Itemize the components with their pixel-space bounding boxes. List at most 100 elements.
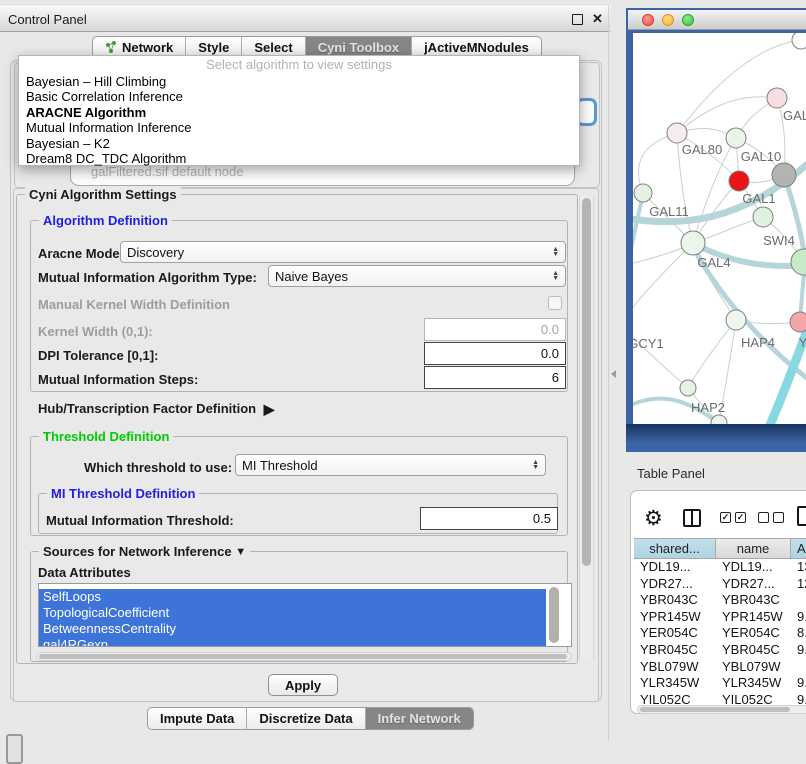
network-node-HAP2[interactable] (680, 380, 696, 396)
control-panel-titlebar: Control Panel ✕ (0, 6, 610, 32)
gear-icon[interactable]: ⚙ (644, 506, 663, 531)
network-node-node-gray[interactable] (772, 163, 796, 187)
table-row[interactable]: YDR27...YDR27...12 (634, 576, 806, 593)
table-cell: 9. (791, 609, 806, 626)
data-attributes-list[interactable]: SelfLoopsTopologicalCoefficientBetweenne… (38, 583, 572, 647)
network-icon (105, 41, 118, 54)
close-traffic-icon[interactable] (642, 14, 654, 26)
splitter-handle-icon[interactable] (611, 370, 616, 378)
aracne-mode-combo[interactable]: Discovery ▲▼ (120, 241, 566, 263)
network-window-titlebar[interactable] (628, 10, 806, 30)
stepper-icon: ▲▼ (552, 271, 559, 281)
network-node-node-salmon[interactable] (790, 312, 806, 332)
tab-discretize-data[interactable]: Discretize Data (246, 708, 364, 729)
network-node-node-gal-pink[interactable] (767, 88, 787, 108)
table-cell: 9. (791, 675, 806, 692)
table-cell: 9. (791, 692, 806, 704)
tab-infer-network[interactable]: Infer Network (365, 708, 473, 729)
bottom-tab-bar: Impute Data Discretize Data Infer Networ… (147, 707, 474, 730)
table-row[interactable]: YBL079WYBL079W (634, 659, 806, 676)
algorithm-option[interactable]: Dream8 DC_TDC Algorithm (19, 151, 579, 166)
sources-title[interactable]: Sources for Network Inference ▼ (39, 544, 250, 559)
table-row[interactable]: YPR145WYPR145W9. (634, 609, 806, 626)
table-row[interactable]: YER054CYER054C8. (634, 625, 806, 642)
source-attribute-item[interactable]: gal4RGexp (39, 637, 546, 647)
source-attribute-item[interactable]: TopologicalCoefficient (39, 605, 546, 621)
columns-icon[interactable] (683, 509, 701, 527)
algorithm-option[interactable]: Mutual Information Inference (19, 120, 579, 135)
which-threshold-combo[interactable]: MI Threshold ▲▼ (235, 454, 546, 476)
export-table-icon[interactable] (797, 506, 806, 526)
network-node-GAL11[interactable] (634, 184, 652, 202)
network-edge[interactable] (633, 325, 688, 388)
table-panel-title: Table Panel (637, 466, 705, 481)
settings-vscrollbar[interactable] (579, 196, 594, 660)
dock-panel-icon[interactable] (6, 734, 23, 764)
manual-kernel-checkbox[interactable] (548, 296, 562, 310)
deselect-all-checkbox-icon[interactable] (758, 512, 769, 523)
network-node-label: GAL11 (649, 204, 689, 219)
dpi-tolerance-field[interactable]: 0.0 (424, 342, 566, 365)
stepper-icon: ▲▼ (552, 247, 559, 257)
network-node-SWI4[interactable] (791, 249, 806, 275)
network-view-window[interactable]: GALGAL80GAL10GAL1GAL11SWI4GAL4GCY1HAP4YH… (626, 8, 806, 452)
algorithm-option[interactable]: Bayesian – K2 (19, 136, 579, 151)
algorithm-definition-title: Algorithm Definition (39, 213, 172, 228)
table-cell: YBR043C (634, 592, 716, 609)
column-header-name[interactable]: name (716, 539, 791, 558)
network-edge-highlighted[interactable] (633, 195, 643, 323)
network-canvas[interactable]: GALGAL80GAL10GAL1GAL11SWI4GAL4GCY1HAP4YH… (633, 33, 806, 424)
table-row[interactable]: YBR043CYBR043C (634, 592, 806, 609)
source-attribute-item[interactable]: BetweennessCentrality (39, 621, 546, 637)
table-row[interactable]: YDL19...YDL19...13 (634, 559, 806, 576)
tab-impute-data[interactable]: Impute Data (148, 708, 246, 729)
mi-steps-field[interactable]: 6 (424, 366, 566, 389)
mi-type-label: Mutual Information Algorithm Type: (38, 270, 257, 285)
network-node-GAL80[interactable] (667, 123, 687, 143)
close-icon[interactable]: ✕ (592, 11, 603, 27)
source-attribute-item[interactable]: SelfLoops (39, 589, 546, 605)
minimize-traffic-icon[interactable] (662, 14, 674, 26)
table-hscrollbar[interactable] (637, 705, 806, 714)
column-header-clipped[interactable]: A (791, 539, 806, 558)
algorithm-option[interactable]: Bayesian – Hill Climbing (19, 74, 579, 89)
float-icon[interactable] (572, 14, 583, 25)
table-cell: YPR145W (634, 609, 716, 626)
table-row[interactable]: YLR345WYLR345W9. (634, 675, 806, 692)
table-row[interactable]: YIL052CYIL052C9. (634, 692, 806, 704)
cyni-settings-title: Cyni Algorithm Settings (25, 187, 181, 202)
algorithm-option[interactable]: Basic Correlation Inference (19, 89, 579, 104)
network-node-GAL10[interactable] (726, 128, 746, 148)
mi-type-combo[interactable]: Naive Bayes ▲▼ (268, 265, 566, 287)
table-cell: 8. (791, 625, 806, 642)
network-node-label: HAP2 (691, 400, 725, 415)
table-hscrollbar-thumb[interactable] (640, 707, 790, 712)
settings-hscrollbar[interactable] (36, 652, 572, 661)
network-node-label: GAL1 (742, 191, 775, 206)
settings-vscrollbar-thumb[interactable] (582, 198, 591, 566)
network-node-GAL4[interactable] (681, 231, 705, 255)
algorithm-option[interactable]: ARACNE Algorithm (19, 105, 579, 120)
deselect-all-checkbox-icon2[interactable] (773, 512, 784, 523)
network-node-label: GAL80 (682, 142, 722, 157)
network-node-HAP4[interactable] (726, 310, 746, 330)
list-scrollbar[interactable] (549, 587, 559, 643)
zoom-traffic-icon[interactable] (682, 14, 694, 26)
column-header-shared-name[interactable]: shared... (634, 539, 716, 558)
network-node-label: GAL4 (697, 255, 730, 270)
select-all-checkbox-icon2[interactable]: ✓ (735, 512, 746, 523)
table-body: YDL19...YDL19...13YDR27...YDR27...12YBR0… (634, 559, 806, 704)
select-all-checkbox-icon[interactable]: ✓ (720, 512, 731, 523)
apply-button[interactable]: Apply (268, 674, 338, 696)
hub-definition-toggle[interactable]: Hub/Transcription Factor Definition ▶ (38, 400, 271, 417)
settings-hscrollbar-thumb[interactable] (39, 654, 567, 659)
network-node-GAL1[interactable] (753, 207, 773, 227)
network-node-node-top-right[interactable] (792, 33, 806, 49)
kernel-width-field[interactable]: 0.0 (424, 318, 566, 341)
table-cell: YDL19... (716, 559, 791, 576)
network-edge[interactable] (688, 320, 736, 388)
table-cell: YBL079W (716, 659, 791, 676)
table-row[interactable]: YBR045CYBR045C9. (634, 642, 806, 659)
mi-threshold-field[interactable]: 0.5 (420, 507, 558, 530)
network-node-node-red[interactable] (729, 171, 749, 191)
